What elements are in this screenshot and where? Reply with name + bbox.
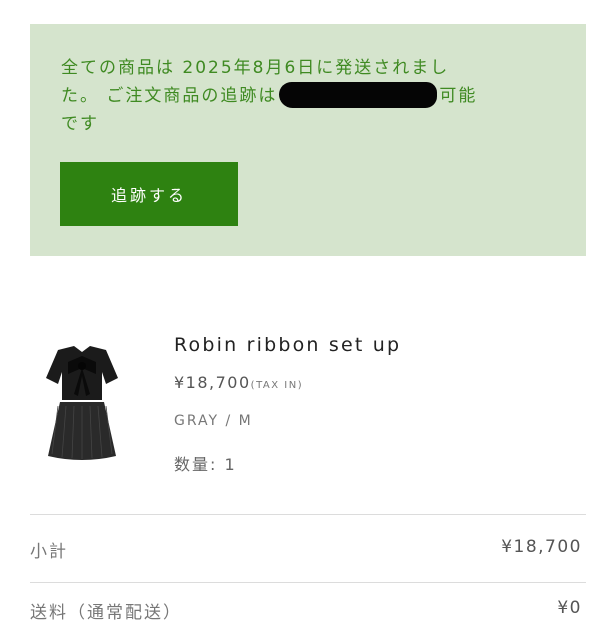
subtotal-value: ¥18,700 [501, 537, 582, 557]
shipping-notice: 全ての商品は 2025年8月6日に発送されまし た。 ご注文商品の追跡は 可能 で… [30, 24, 586, 256]
product-quantity: 数量: 1 [174, 455, 237, 474]
notice-line-3: です [61, 114, 99, 134]
notice-message: 全ての商品は 2025年8月6日に発送されまし た。 ご注文商品の追跡は 可能 で… [61, 54, 561, 138]
product-name[interactable]: Robin ribbon set up [174, 334, 401, 356]
notice-line-2: た。 ご注文商品の追跡は 可能 [61, 82, 561, 110]
shipping-value: ¥0 [557, 598, 582, 618]
divider [30, 514, 586, 515]
divider [30, 582, 586, 583]
tax-note: (TAX IN) [250, 380, 304, 391]
notice-line-2-end: 可能 [439, 86, 478, 106]
subtotal-label: 小計 [30, 542, 68, 562]
notice-line-1: 全ての商品は 2025年8月6日に発送されまし [61, 58, 450, 78]
product-price: ¥18,700(TAX IN) [174, 373, 303, 392]
order-item: Robin ribbon set up ¥18,700(TAX IN) GRAY… [44, 332, 584, 482]
product-image[interactable] [44, 338, 120, 466]
product-variant: GRAY / M [174, 413, 253, 429]
price-value: ¥18,700 [174, 373, 251, 392]
redacted-tracking-link [279, 82, 438, 108]
shipping-label: 送料（通常配送） [30, 603, 182, 623]
notice-line-2-start: た。 ご注文商品の追跡は [61, 86, 278, 106]
track-button[interactable]: 追跡する [60, 162, 238, 226]
